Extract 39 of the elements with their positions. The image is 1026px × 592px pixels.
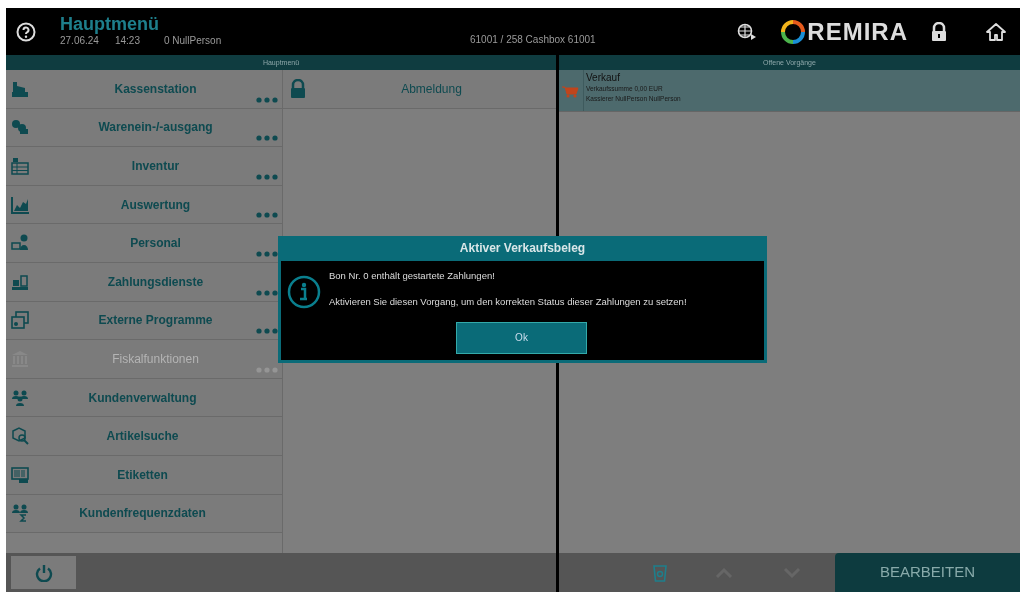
dialog-message: Bon Nr. 0 enthält gestartete Zahlungen! (329, 269, 496, 283)
register-text: 61001 / 258 Cashbox 61001 (470, 33, 596, 47)
time-text: 14:23 (114, 34, 140, 48)
more-icon[interactable] (256, 289, 278, 296)
screen-title: Hauptmenü (60, 15, 160, 33)
globe-icon[interactable] (737, 21, 758, 42)
more-icon[interactable] (256, 212, 278, 219)
person-icon (11, 234, 29, 253)
more-icon[interactable] (256, 96, 278, 103)
more-icon[interactable] (256, 328, 278, 335)
lock-icon[interactable] (930, 21, 948, 42)
windows-icon (11, 311, 29, 330)
table-icon (11, 157, 29, 175)
edit-button[interactable]: BEARBEITEN (835, 553, 1020, 592)
people-icon (11, 388, 29, 407)
payment-terminal-icon (11, 272, 29, 291)
info-icon (287, 275, 321, 309)
power-icon (34, 563, 53, 582)
dialog-message: Aktivieren Sie diesen Vorgang, um den korrekten Status dieser Zahlungen zu setzen! (329, 295, 688, 310)
help-icon[interactable] (16, 21, 36, 42)
home-icon[interactable] (986, 21, 1006, 42)
trash-icon[interactable] (653, 563, 667, 582)
transaction-title: Verkauf (586, 72, 621, 84)
more-icon[interactable] (256, 250, 278, 257)
logo-icon (781, 19, 806, 44)
ok-button[interactable]: Ok (456, 321, 587, 354)
logo-text: REMIRA (807, 16, 908, 47)
power-button[interactable] (11, 556, 76, 589)
lock-icon (289, 78, 307, 99)
box-search-icon (11, 427, 29, 446)
dialog-title: Aktiver Verkaufsbeleg (458, 240, 587, 257)
barcode-label-icon (11, 465, 29, 484)
user-text: 0 NullPerson (163, 34, 222, 48)
more-icon[interactable] (256, 173, 278, 180)
more-icon[interactable] (256, 135, 278, 142)
chart-icon (11, 195, 29, 214)
people-sum-icon (11, 504, 29, 523)
cart-icon (561, 84, 579, 98)
date-text: 27.06.24 (60, 34, 99, 48)
